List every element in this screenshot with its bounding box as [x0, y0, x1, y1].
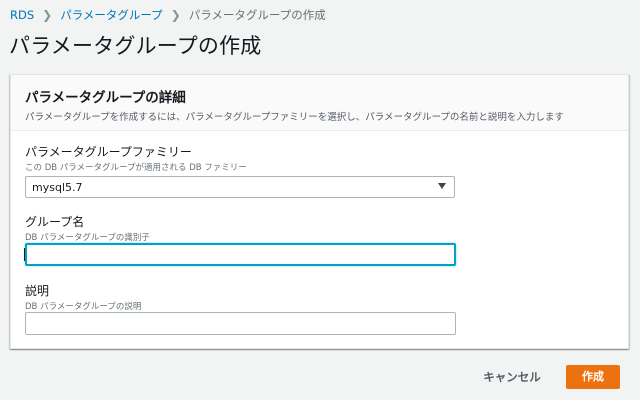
panel-title: パラメータグループの詳細 [25, 90, 186, 106]
breadcrumb-current: パラメータグループの作成 [188, 8, 326, 22]
description-label: 説明 [25, 284, 50, 298]
breadcrumb-parameter-groups-link[interactable]: パラメータグループ [60, 7, 162, 23]
family-select-value: mysql5.7 [32, 181, 83, 194]
chevron-right-icon: ❯ [42, 8, 53, 22]
family-select[interactable]: mysql5.7 [25, 176, 455, 198]
panel-description: パラメータグループを作成するには、パラメータグループファミリーを選択し、パラメー… [25, 112, 564, 123]
group-name-label: グループ名 [25, 215, 85, 229]
family-field: パラメータグループファミリー この DB パラメータグループが適用される DB … [25, 143, 247, 173]
description-input[interactable] [25, 312, 456, 335]
parameter-group-details-panel: パラメータグループの詳細 パラメータグループを作成するには、パラメータグループフ… [10, 74, 629, 349]
page-title: パラメータグループの作成 [9, 34, 262, 58]
caret-down-icon [438, 183, 446, 189]
description-field: 説明 DB パラメータグループの説明 [25, 282, 141, 312]
group-name-field: グループ名 DB パラメータグループの識別子 [25, 213, 150, 243]
text-cursor [24, 248, 25, 261]
description-hint: DB パラメータグループの説明 [25, 302, 142, 312]
group-name-input[interactable] [25, 243, 456, 266]
breadcrumb: RDS ❯ パラメータグループ ❯ パラメータグループの作成 [10, 7, 326, 23]
breadcrumb-rds-link[interactable]: RDS [10, 8, 34, 22]
group-name-hint: DB パラメータグループの識別子 [25, 233, 150, 243]
create-button[interactable]: 作成 [566, 365, 620, 389]
family-hint: この DB パラメータグループが適用される DB ファミリー [25, 163, 247, 173]
family-label: パラメータグループファミリー [25, 145, 192, 159]
chevron-right-icon: ❯ [170, 8, 181, 22]
panel-header: パラメータグループの詳細 パラメータグループを作成するには、パラメータグループフ… [11, 75, 628, 131]
cancel-button[interactable]: キャンセル [474, 366, 550, 388]
